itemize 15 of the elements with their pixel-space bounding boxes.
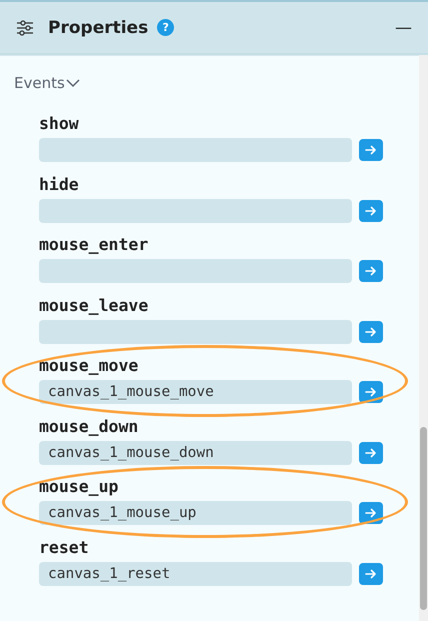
- handler-field[interactable]: canvas_1_reset: [39, 562, 352, 586]
- collapse-button[interactable]: —: [395, 18, 412, 38]
- handler-field[interactable]: canvas_1_mouse_move: [39, 380, 352, 404]
- handler-field[interactable]: canvas_1_mouse_down: [39, 440, 352, 464]
- event-label: show: [39, 114, 80, 134]
- event-label: mouse_enter: [39, 235, 150, 255]
- event-label: mouse_leave: [39, 296, 150, 316]
- handler-field[interactable]: canvas_1_mouse_up: [39, 501, 352, 525]
- event-label: reset: [39, 538, 90, 558]
- panel-title: Properties: [48, 18, 148, 38]
- event-label: mouse_move: [39, 356, 140, 376]
- event-label: mouse_up: [39, 477, 120, 497]
- section-toggle[interactable]: Events: [14, 74, 80, 92]
- event-label: hide: [39, 174, 80, 194]
- event-label: mouse_down: [39, 416, 140, 436]
